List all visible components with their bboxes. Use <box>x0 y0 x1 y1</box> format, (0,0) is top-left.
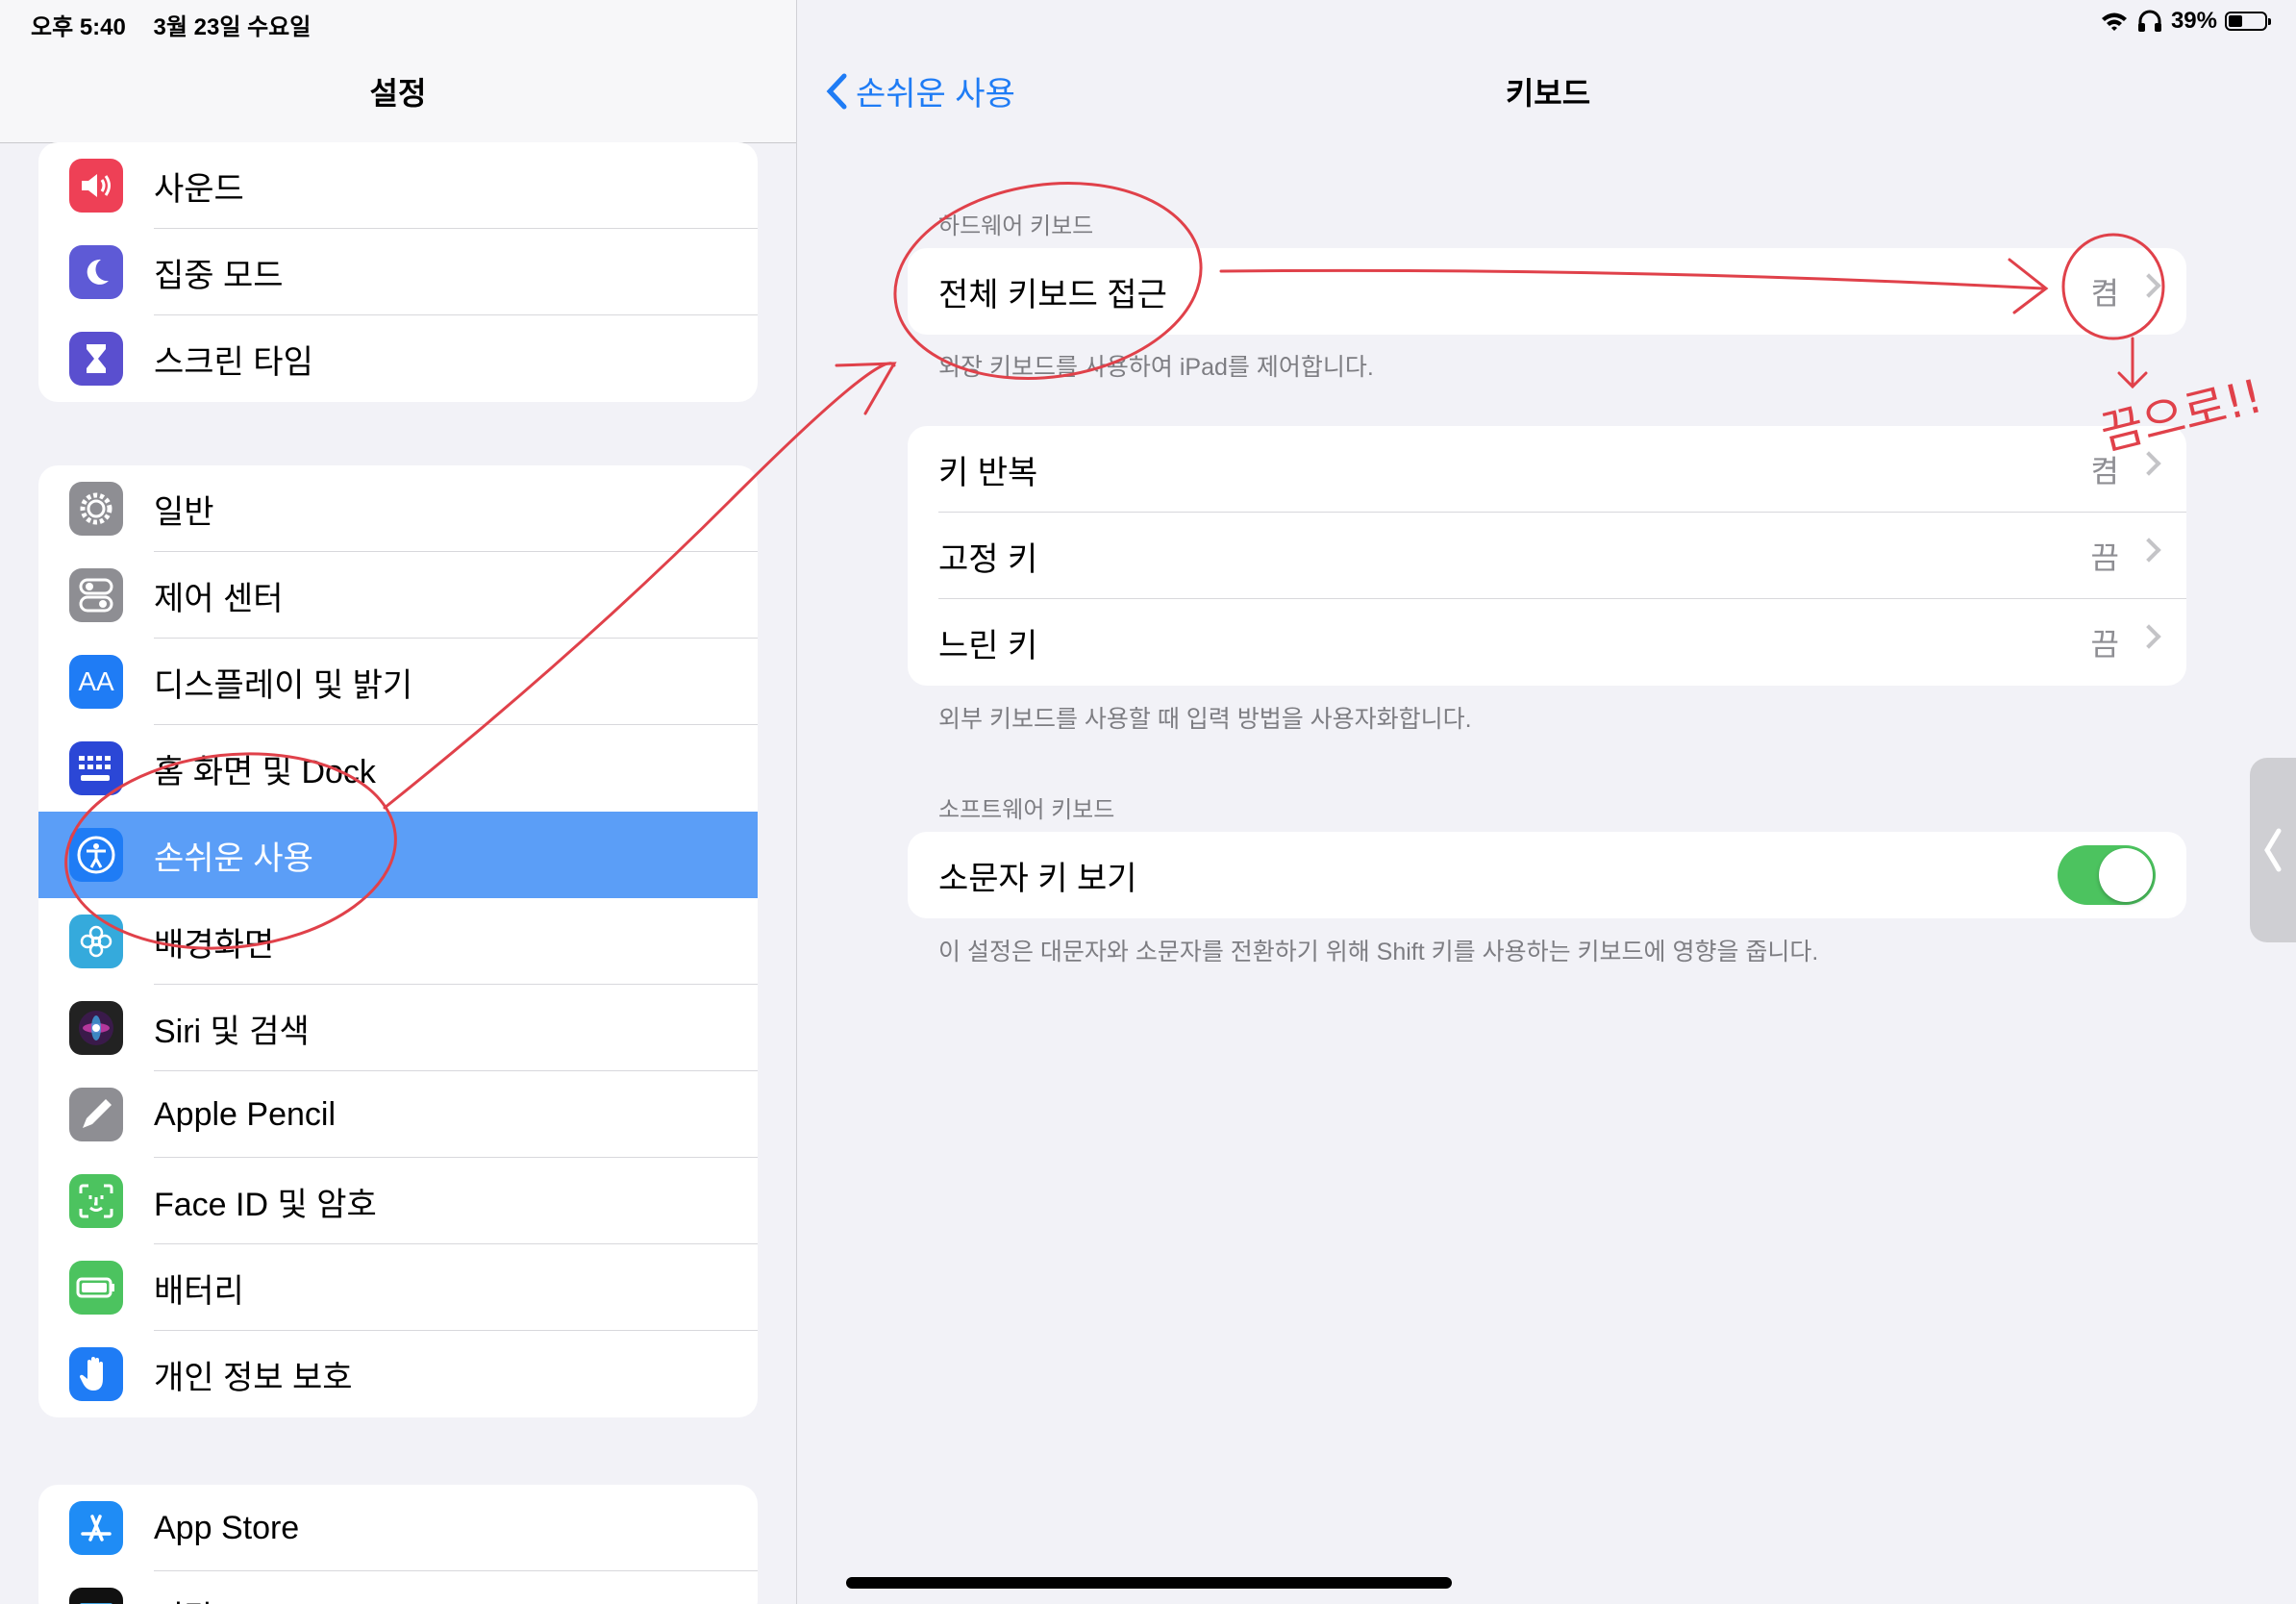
switches-icon <box>69 568 123 622</box>
wifi-icon <box>2101 13 2127 31</box>
status-bar-left: 오후 5:40 3월 23일 수요일 <box>31 8 332 41</box>
row-label: 고정 키 <box>938 540 1038 578</box>
status-time: 오후 5:40 <box>31 14 126 40</box>
sidebar-item-display[interactable]: AA 디스플레이 및 밝기 <box>38 639 758 725</box>
sidebar-item-accessibility[interactable]: 손쉬운 사용 <box>38 812 758 898</box>
sidebar-group-3: App Store 지갑 <box>38 1485 758 1604</box>
lowercase-keys-toggle[interactable] <box>2058 845 2156 905</box>
key-repeat-row[interactable]: 키 반복 켬 <box>908 426 2186 513</box>
sidebar-item-apple-pencil[interactable]: Apple Pencil <box>38 1071 758 1158</box>
full-keyboard-access-row[interactable]: 전체 키보드 접근 켬 <box>908 248 2186 335</box>
show-lowercase-keys-row: 소문자 키 보기 <box>908 832 2186 918</box>
sidebar-item-label: 디스플레이 및 밝기 <box>154 666 413 704</box>
sidebar-item-general[interactable]: 일반 <box>38 465 758 552</box>
sidebar-item-label: 지갑 <box>154 1591 214 1604</box>
slide-over-handle[interactable] <box>2250 758 2296 942</box>
sidebar-item-control-center[interactable]: 제어 센터 <box>38 552 758 639</box>
row-label: 소문자 키 보기 <box>938 860 1137 897</box>
sidebar-item-face-id[interactable]: Face ID 및 암호 <box>38 1158 758 1244</box>
battery-icon <box>69 1261 123 1315</box>
hourglass-icon <box>69 332 123 386</box>
sidebar-item-screen-time[interactable]: 스크린 타임 <box>38 315 758 402</box>
gear-icon <box>69 482 123 536</box>
hand-icon <box>69 1347 123 1401</box>
speaker-icon <box>69 159 123 213</box>
slow-keys-row[interactable]: 느린 키 끔 <box>908 599 2186 686</box>
faceid-icon <box>69 1174 123 1228</box>
sidebar-item-label: 배경화면 <box>154 926 275 964</box>
key-settings-group: 키 반복 켬 고정 키 끔 느린 키 끔 <box>908 426 2186 686</box>
sidebar-item-wallet[interactable]: 지갑 <box>38 1571 758 1604</box>
appstore-icon <box>69 1501 123 1555</box>
row-value: 끔 <box>2090 540 2119 575</box>
sidebar-item-focus[interactable]: 집중 모드 <box>38 229 758 315</box>
page-title: 키보드 <box>1505 76 1591 111</box>
wallet-icon <box>69 1588 123 1604</box>
sidebar-item-app-store[interactable]: App Store <box>38 1485 758 1571</box>
row-label: 키 반복 <box>938 454 1038 491</box>
status-date: 3월 23일 수요일 <box>153 14 312 40</box>
chevron-right-icon <box>2136 538 2161 563</box>
sidebar-group-2: 일반 제어 센터 AA 디스플레이 및 밝기 홈 화면 및 Dock 손쉬운 사 <box>38 465 758 1417</box>
row-value: 켬 <box>2090 276 2119 311</box>
hardware-group: 전체 키보드 접근 켬 <box>908 248 2186 335</box>
back-label: 손쉬운 사용 <box>856 76 1015 113</box>
settings-sidebar: 설정 사운드 집중 모드 스크린 타임 일반 제어 센터 AA 디스플레이 및 … <box>0 0 797 1604</box>
sidebar-item-battery[interactable]: 배터리 <box>38 1244 758 1331</box>
sidebar-item-label: 스크린 타임 <box>154 343 313 381</box>
row-label: 느린 키 <box>938 627 1038 664</box>
sidebar-item-label: 손쉬운 사용 <box>154 840 313 877</box>
sidebar-item-home-screen[interactable]: 홈 화면 및 Dock <box>38 725 758 812</box>
headphones-icon <box>2137 10 2161 32</box>
sidebar-item-label: Apple Pencil <box>154 1095 337 1133</box>
home-indicator[interactable] <box>846 1577 1452 1589</box>
chevron-right-icon <box>2136 451 2161 476</box>
hardware-section-header: 하드웨어 키보드 <box>938 213 1094 239</box>
flower-icon <box>69 915 123 968</box>
chevron-left-icon <box>2264 828 2282 872</box>
software-section-footer: 이 설정은 대문자와 소문자를 전환하기 위해 Shift 키를 사용하는 키보… <box>938 939 1819 965</box>
sidebar-group-1: 사운드 집중 모드 스크린 타임 <box>38 142 758 402</box>
chevron-right-icon <box>2136 624 2161 649</box>
chevron-right-icon <box>2136 273 2161 298</box>
sidebar-item-privacy[interactable]: 개인 정보 보호 <box>38 1331 758 1417</box>
moon-icon <box>69 245 123 299</box>
sidebar-item-label: 홈 화면 및 Dock <box>154 753 376 790</box>
siri-icon <box>69 1001 123 1055</box>
aa-icon: AA <box>69 655 123 709</box>
key-settings-footer: 외부 키보드를 사용할 때 입력 방법을 사용자화합니다. <box>938 706 1472 733</box>
sidebar-item-label: 일반 <box>154 493 214 531</box>
status-bar-right: 39% <box>2100 8 2271 35</box>
battery-percent: 39% <box>2170 8 2217 34</box>
pencil-icon <box>69 1088 123 1141</box>
sidebar-item-label: 배터리 <box>154 1272 244 1310</box>
row-label: 전체 키보드 접근 <box>938 276 1167 313</box>
grid-icon <box>69 741 123 795</box>
sticky-keys-row[interactable]: 고정 키 끔 <box>908 513 2186 599</box>
battery-status-icon <box>2225 12 2271 31</box>
sidebar-item-siri[interactable]: Siri 및 검색 <box>38 985 758 1071</box>
sidebar-item-label: App Store <box>154 1509 300 1546</box>
back-button[interactable]: 손쉬운 사용 <box>825 67 1015 114</box>
sidebar-item-wallpaper[interactable]: 배경화면 <box>38 898 758 985</box>
sidebar-item-sound[interactable]: 사운드 <box>38 142 758 229</box>
row-value: 켬 <box>2090 454 2119 489</box>
sidebar-item-label: 개인 정보 보호 <box>154 1359 353 1396</box>
sidebar-item-label: 집중 모드 <box>154 257 284 294</box>
sidebar-item-label: Face ID 및 암호 <box>154 1186 377 1223</box>
row-value: 끔 <box>2090 627 2119 662</box>
sidebar-item-label: 제어 센터 <box>154 580 284 617</box>
sidebar-item-label: 사운드 <box>154 170 244 208</box>
software-group: 소문자 키 보기 <box>908 832 2186 918</box>
sidebar-title: 설정 <box>369 76 427 111</box>
accessibility-icon <box>69 828 123 882</box>
software-section-header: 소프트웨어 키보드 <box>938 797 1115 823</box>
hardware-section-footer: 외장 키보드를 사용하여 iPad를 제어합니다. <box>938 354 1374 381</box>
sidebar-item-label: Siri 및 검색 <box>154 1013 310 1050</box>
chevron-left-icon <box>826 73 847 109</box>
